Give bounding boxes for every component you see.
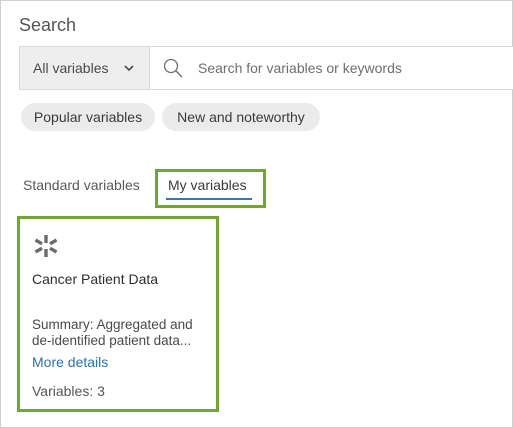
- search-input[interactable]: [198, 47, 508, 89]
- variable-card[interactable]: Cancer Patient Data Summary: Aggregated …: [17, 216, 219, 412]
- search-icon: [163, 58, 183, 78]
- tab-my-variables[interactable]: My variables: [168, 177, 247, 193]
- scope-dropdown-label: All variables: [33, 60, 109, 76]
- card-summary-line: Summary: Aggregated and: [32, 317, 193, 332]
- card-summary: Summary: Aggregated and de-identified pa…: [32, 317, 212, 349]
- new-and-noteworthy-chip[interactable]: New and noteworthy: [162, 103, 320, 131]
- tab-standard-variables[interactable]: Standard variables: [23, 177, 140, 193]
- more-details-link[interactable]: More details: [32, 354, 108, 370]
- chip-label: New and noteworthy: [177, 109, 305, 125]
- panel-title: Search: [19, 15, 77, 35]
- search-panel: Search All variables Popular variables N…: [0, 0, 513, 428]
- card-title: Cancer Patient Data: [32, 271, 159, 287]
- chip-label: Popular variables: [33, 109, 143, 125]
- variables-count: Variables: 3: [32, 383, 105, 399]
- scope-dropdown[interactable]: All variables: [20, 47, 150, 89]
- data-collection-icon: [34, 235, 58, 257]
- card-summary-line: de-identified patient data...: [32, 333, 192, 348]
- chevron-down-icon: [124, 65, 134, 72]
- popular-variables-chip[interactable]: Popular variables: [21, 103, 155, 131]
- active-tab-indicator: [166, 198, 252, 200]
- search-bar: All variables: [19, 46, 513, 90]
